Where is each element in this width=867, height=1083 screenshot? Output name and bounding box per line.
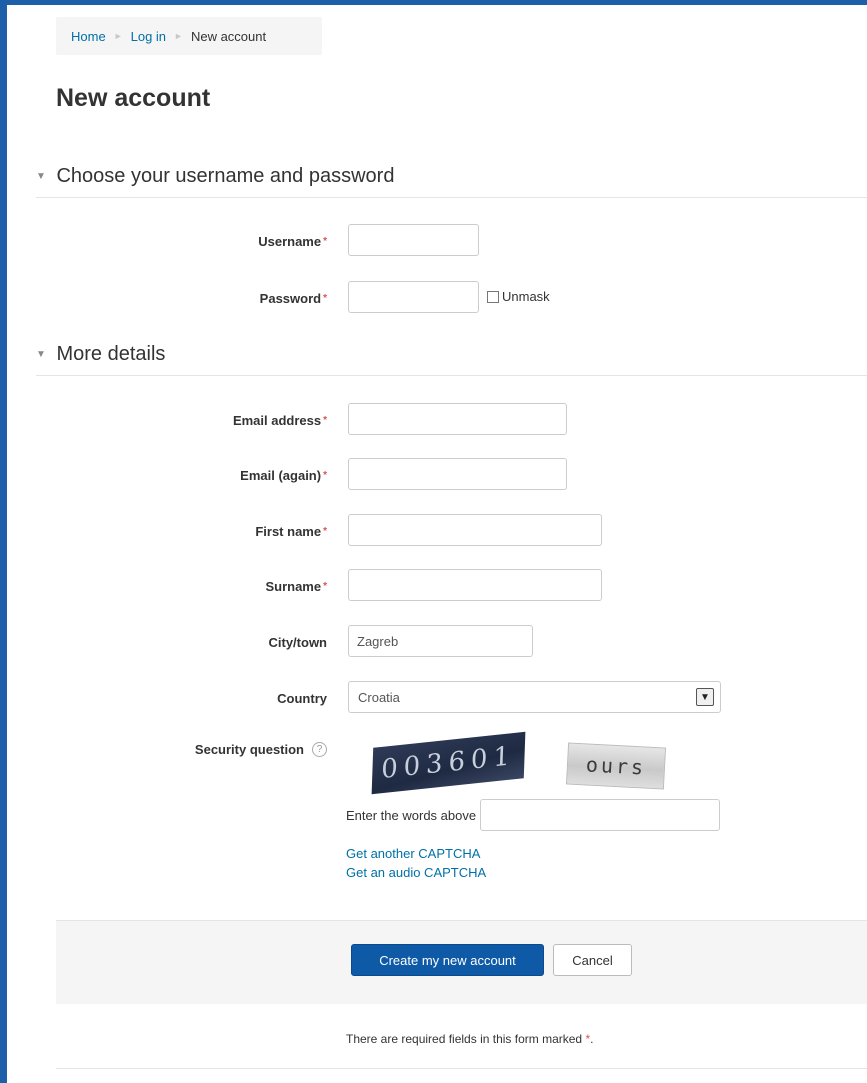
required-icon: * xyxy=(323,414,327,426)
surname-row: Surname * xyxy=(0,569,867,603)
surname-input[interactable] xyxy=(348,569,602,601)
email-again-label: Email (again) * xyxy=(240,458,327,492)
surname-label: Surname * xyxy=(265,569,327,603)
required-note-text: There are required fields in this form m… xyxy=(346,1032,583,1046)
window-top-border xyxy=(0,0,867,5)
email-label-text: Email address xyxy=(232,412,322,428)
country-label: Country xyxy=(277,690,327,706)
section-header-credentials[interactable]: ▼ Choose your username and password xyxy=(36,165,867,198)
first-name-row: First name * xyxy=(0,514,867,548)
required-icon: * xyxy=(323,525,327,537)
email-again-row: Email (again) * xyxy=(0,458,867,492)
username-label-text: Username xyxy=(258,233,322,249)
password-label-text: Password xyxy=(259,290,322,306)
surname-label-text: Surname xyxy=(265,578,322,594)
country-selected-value: Croatia xyxy=(358,689,400,705)
username-input[interactable] xyxy=(348,224,479,256)
section-header-details[interactable]: ▼ More details xyxy=(36,343,867,376)
email-again-label-text: Email (again) xyxy=(240,467,322,483)
city-row: City/town xyxy=(0,625,867,659)
required-icon: * xyxy=(323,292,327,304)
divider xyxy=(56,1068,867,1069)
unmask-checkbox[interactable] xyxy=(487,290,499,303)
email-row: Email address * xyxy=(0,403,867,437)
username-label: Username * xyxy=(258,224,327,258)
username-row: Username * xyxy=(0,224,867,258)
security-question-label-text: Security question xyxy=(194,741,304,757)
breadcrumb: Home ► Log in ► New account xyxy=(56,17,322,55)
email-label: Email address * xyxy=(233,403,327,437)
get-audio-captcha-link[interactable]: Get an audio CAPTCHA xyxy=(346,865,486,880)
country-select[interactable]: Croatia ▼ xyxy=(348,681,721,713)
captcha-answer-label: Enter the words above xyxy=(346,807,477,823)
unmask-label: Unmask xyxy=(502,289,550,304)
section-title-details: More details xyxy=(56,343,166,365)
required-icon: * xyxy=(323,469,327,481)
captcha-answer-input[interactable] xyxy=(480,799,721,831)
breadcrumb-home-link[interactable]: Home xyxy=(71,29,106,44)
city-input[interactable] xyxy=(348,625,533,657)
first-name-label-text: First name xyxy=(255,523,322,539)
required-fields-note: There are required fields in this form m… xyxy=(346,1032,593,1046)
first-name-label: First name * xyxy=(255,514,327,548)
required-icon: * xyxy=(323,580,327,592)
required-icon: * xyxy=(323,235,327,247)
captcha-image-2: ours xyxy=(565,742,667,790)
breadcrumb-separator-icon: ► xyxy=(113,31,123,41)
password-row: Password * Unmask xyxy=(0,281,867,315)
chevron-down-icon[interactable]: ▼ xyxy=(696,688,714,706)
collapse-arrow-icon: ▼ xyxy=(36,349,46,360)
create-account-button[interactable]: Create my new account xyxy=(351,944,544,976)
captcha-answer-row: Enter the words above xyxy=(346,799,721,831)
captcha-word-1: 003601 xyxy=(380,740,517,786)
email-again-input[interactable] xyxy=(348,458,567,490)
page-title: New account xyxy=(56,84,211,112)
unmask-toggle[interactable]: Unmask xyxy=(487,289,550,304)
email-input[interactable] xyxy=(348,403,567,435)
password-input[interactable] xyxy=(348,281,479,313)
password-label: Password * xyxy=(260,281,327,315)
help-icon[interactable]: ? xyxy=(312,741,327,757)
breadcrumb-login-link[interactable]: Log in xyxy=(131,29,166,44)
required-note-period: . xyxy=(590,1032,594,1046)
security-question-label: Security question ? xyxy=(195,734,327,764)
form-actions-bar: Create my new account Cancel xyxy=(56,920,867,1004)
country-row: Country Croatia ▼ xyxy=(0,681,867,715)
section-title-credentials: Choose your username and password xyxy=(56,165,395,187)
captcha-word-2: ours xyxy=(585,752,647,780)
first-name-input[interactable] xyxy=(348,514,602,546)
city-label: City/town xyxy=(268,634,328,650)
cancel-button[interactable]: Cancel xyxy=(553,944,632,976)
get-another-captcha-link[interactable]: Get another CAPTCHA xyxy=(346,846,480,861)
breadcrumb-current: New account xyxy=(190,28,267,44)
breadcrumb-separator-icon: ► xyxy=(174,31,183,41)
collapse-arrow-icon: ▼ xyxy=(36,171,46,182)
